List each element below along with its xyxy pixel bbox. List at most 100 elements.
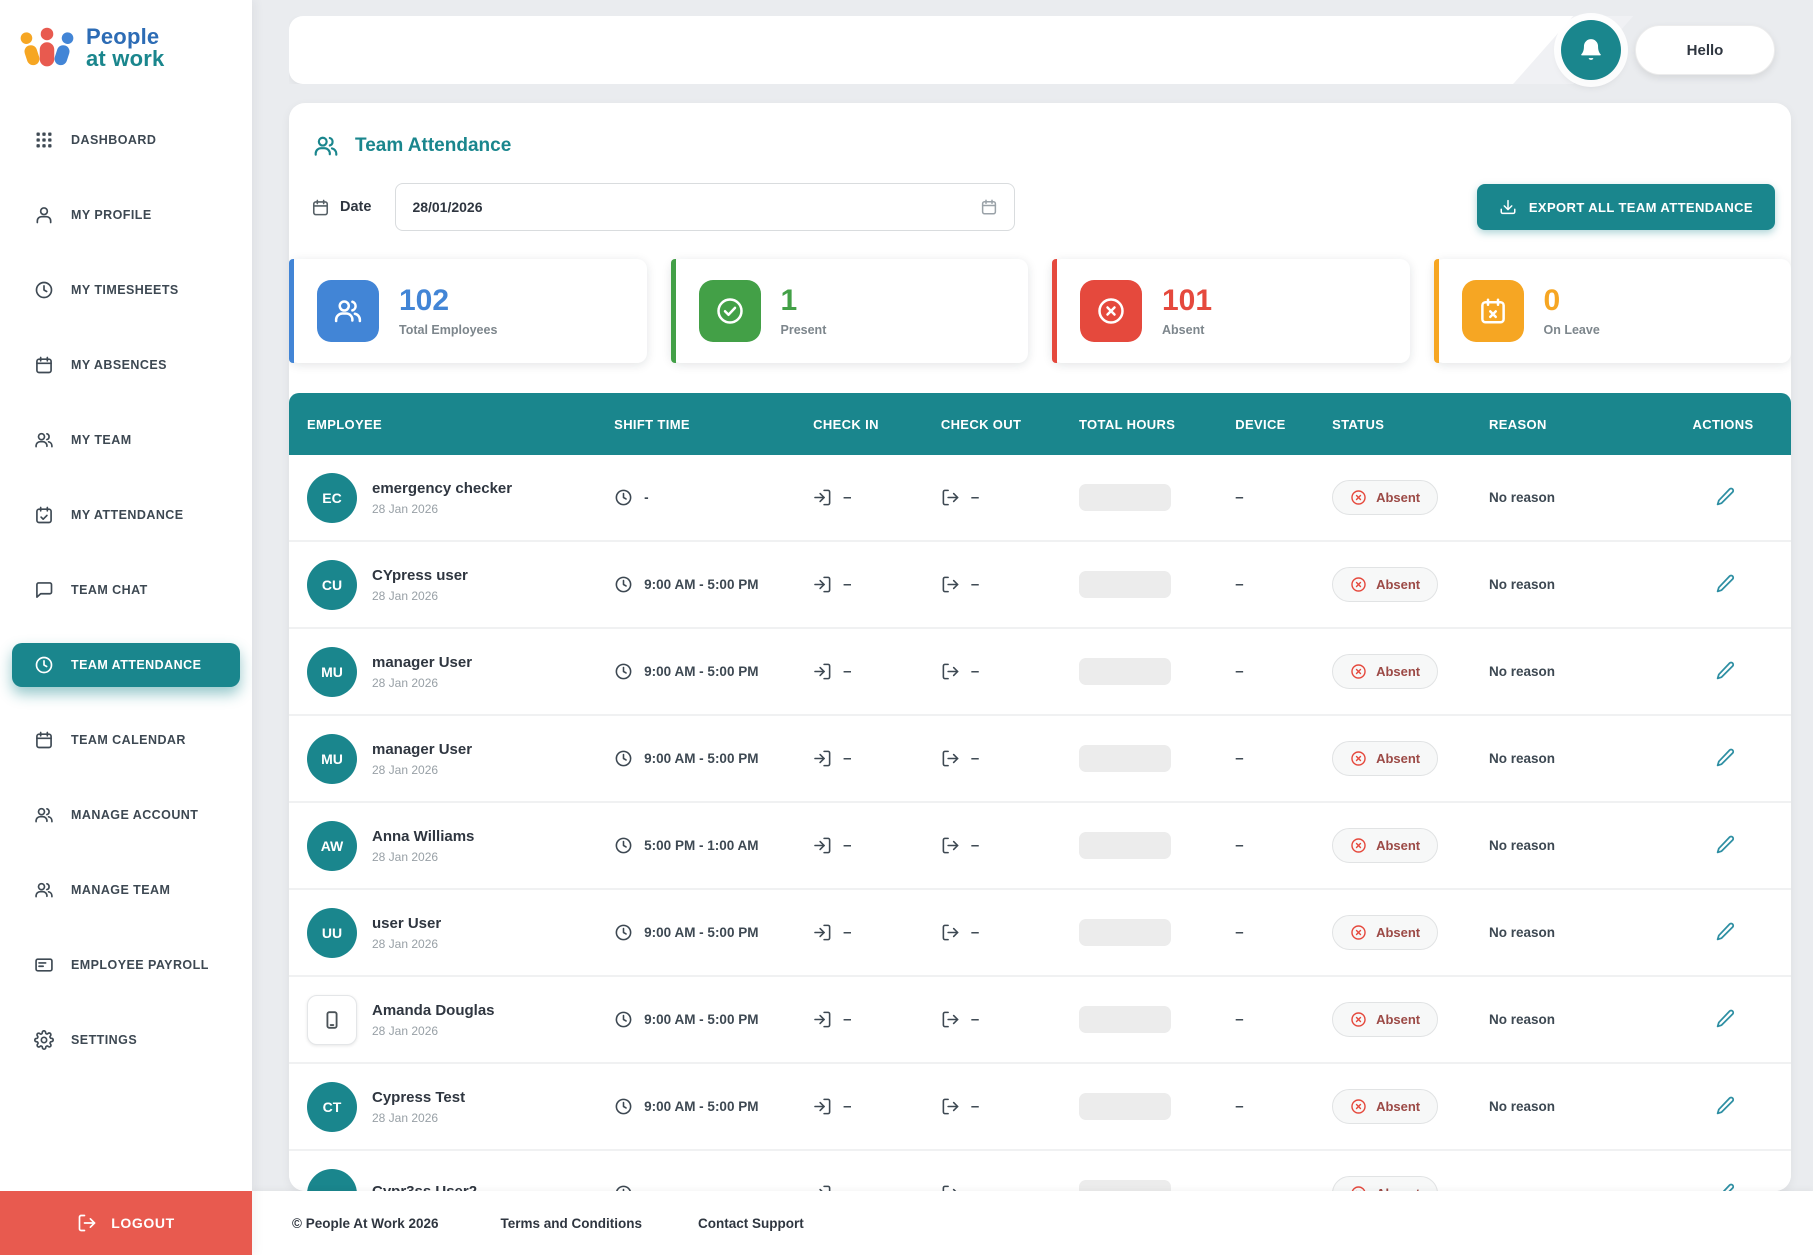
image-icon: [321, 1009, 343, 1031]
clock-icon: [614, 1010, 633, 1029]
device-value: –: [1235, 750, 1243, 767]
sidebar-item-my-team[interactable]: MY TEAM: [12, 418, 240, 462]
sidebar-item-label: MY ATTENDANCE: [71, 508, 184, 522]
table-row: Amanda Douglas28 Jan 20269:00 AM - 5:00 …: [289, 977, 1791, 1064]
status-cell: Absent: [1332, 567, 1489, 602]
footer-link-terms-and-conditions[interactable]: Terms and Conditions: [501, 1216, 643, 1231]
shift-time: 9:00 AM - 5:00 PM: [644, 925, 758, 940]
stat-card-present: 1Present: [671, 259, 1029, 363]
check-in-value: –: [843, 924, 851, 941]
sidebar-item-team-chat[interactable]: TEAM CHAT: [12, 568, 240, 612]
device-value: –: [1235, 576, 1243, 593]
edit-button[interactable]: [1711, 482, 1740, 514]
edit-button[interactable]: [1711, 656, 1740, 688]
sidebar-item-settings[interactable]: SETTINGS: [12, 1018, 240, 1062]
check-out-value: –: [971, 489, 979, 506]
sidebar-item-dashboard[interactable]: DASHBOARD: [12, 118, 240, 162]
column-header-employee: EMPLOYEE: [289, 417, 614, 432]
check-out-value: –: [971, 576, 979, 593]
brand-logo: People at work: [0, 0, 252, 78]
shift-time: 9:00 AM - 5:00 PM: [644, 751, 758, 766]
sidebar-item-my-absences[interactable]: MY ABSENCES: [12, 343, 240, 387]
check-in-cell: –: [813, 662, 941, 681]
status-label: Absent: [1376, 490, 1420, 505]
brand-line2: at work: [86, 48, 164, 70]
sidebar-item-team-calendar[interactable]: TEAM CALENDAR: [12, 718, 240, 762]
edit-button[interactable]: [1711, 1091, 1740, 1123]
check-out-icon: [941, 749, 960, 768]
column-header-actions: ACTIONS: [1693, 417, 1791, 432]
check-out-cell: –: [941, 1184, 1079, 1191]
date-field[interactable]: [395, 183, 1015, 231]
status-cell: Absent: [1332, 654, 1489, 689]
export-button[interactable]: EXPORT ALL TEAM ATTENDANCE: [1477, 184, 1775, 230]
employee-cell: AWAnna Williams28 Jan 2026: [289, 821, 614, 871]
calendar-picker-icon[interactable]: [980, 198, 998, 216]
shift-time: 9:00 AM - 5:00 PM: [644, 664, 758, 679]
sidebar-item-manage-account[interactable]: MANAGE ACCOUNT: [12, 793, 240, 837]
pencil-icon: [1715, 1008, 1736, 1029]
employee-cell: MUmanager User28 Jan 2026: [289, 734, 614, 784]
edit-button[interactable]: [1711, 1004, 1740, 1036]
x-circle-icon: [1350, 576, 1367, 593]
logout-button[interactable]: LOGOUT: [0, 1191, 252, 1255]
table-row: CUCYpress user28 Jan 20269:00 AM - 5:00 …: [289, 542, 1791, 629]
actions-cell: [1693, 743, 1791, 775]
employee-cell: Cypr3ss User2: [289, 1169, 614, 1192]
calendar-icon: [34, 355, 54, 375]
status-cell: Absent: [1332, 480, 1489, 515]
employee-name: Anna Williams: [372, 828, 474, 845]
edit-button[interactable]: [1711, 1178, 1740, 1192]
stat-card-on-leave: 0On Leave: [1434, 259, 1792, 363]
status-label: Absent: [1376, 751, 1420, 766]
status-label: Absent: [1376, 1099, 1420, 1114]
calendar-icon: [311, 198, 330, 217]
edit-button[interactable]: [1711, 743, 1740, 775]
clock-icon: [614, 1097, 633, 1116]
edit-button[interactable]: [1711, 917, 1740, 949]
check-out-value: –: [971, 1098, 979, 1115]
pencil-icon: [1715, 921, 1736, 942]
footer: © People At Work 2026 Terms and Conditio…: [252, 1191, 1813, 1255]
check-out-cell: –: [941, 662, 1079, 681]
device-value: –: [1235, 1098, 1243, 1115]
download-icon: [1499, 198, 1517, 216]
sidebar-item-my-timesheets[interactable]: MY TIMESHEETS: [12, 268, 240, 312]
device-cell: –: [1235, 1011, 1332, 1028]
total-hours-cell: [1079, 919, 1235, 946]
status-label: Absent: [1376, 838, 1420, 853]
check-in-icon: [813, 1097, 832, 1116]
employee-date: 28 Jan 2026: [372, 1111, 465, 1125]
sidebar-item-manage-team[interactable]: MANAGE TEAM: [12, 868, 240, 912]
employee-name: Cypress Test: [372, 1089, 465, 1106]
brand-line1: People: [86, 26, 164, 48]
status-label: Absent: [1376, 1012, 1420, 1027]
clock-icon: [614, 575, 633, 594]
edit-button[interactable]: [1711, 830, 1740, 862]
user-menu-button[interactable]: Hello: [1635, 25, 1775, 75]
check-in-value: –: [843, 1098, 851, 1115]
column-header-reason: REASON: [1489, 417, 1693, 432]
users-icon: [34, 805, 54, 825]
sidebar-item-my-attendance[interactable]: MY ATTENDANCE: [12, 493, 240, 537]
sidebar-item-team-attendance[interactable]: TEAM ATTENDANCE: [12, 643, 240, 687]
avatar: AW: [307, 821, 357, 871]
footer-links: Terms and Conditions Contact Support: [501, 1216, 804, 1231]
check-in-value: –: [843, 489, 851, 506]
users-icon: [34, 880, 54, 900]
sidebar-item-my-profile[interactable]: MY PROFILE: [12, 193, 240, 237]
date-input[interactable]: [412, 199, 980, 215]
brand-mark-icon: [18, 24, 76, 72]
employee-date: 28 Jan 2026: [372, 1024, 495, 1038]
device-value: –: [1235, 489, 1243, 506]
notifications-button[interactable]: [1561, 20, 1621, 80]
check-in-icon: [813, 923, 832, 942]
edit-button[interactable]: [1711, 569, 1740, 601]
footer-link-contact-support[interactable]: Contact Support: [698, 1216, 804, 1231]
stat-card-absent: 101Absent: [1052, 259, 1410, 363]
column-header-shift-time: SHIFT TIME: [614, 417, 813, 432]
check-in-cell: –: [813, 488, 941, 507]
stat-label: Total Employees: [399, 323, 497, 337]
check-circle-icon: [699, 280, 761, 342]
sidebar-item-employee-payroll[interactable]: EMPLOYEE PAYROLL: [12, 943, 240, 987]
